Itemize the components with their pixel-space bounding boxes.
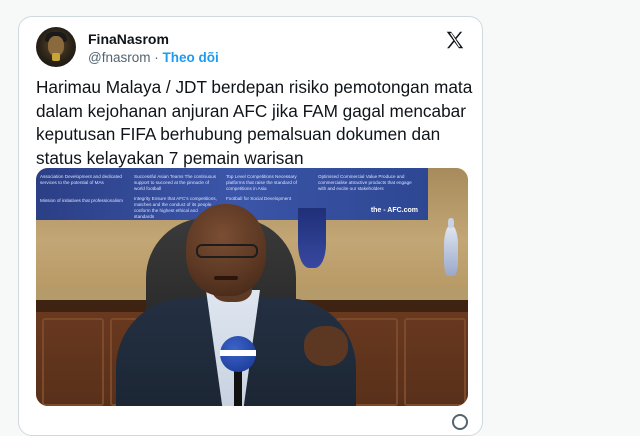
afc-site-label: the - AFC.com — [370, 207, 418, 214]
flag — [298, 208, 326, 268]
tweet-card: FinaNasrom @fnasrom · Theo dõi Harimau M… — [18, 16, 483, 436]
vase — [444, 218, 458, 276]
speaker-mouth — [214, 276, 238, 280]
banner-col-4: Optimised Commercial Value Produce and c… — [318, 174, 412, 191]
banner-col-3: Top Level Competitions Necessary platfor… — [226, 174, 297, 191]
tweet-text: Harimau Malaya / JDT berdepan risiko pem… — [36, 77, 473, 168]
banner-row2-3: Football for Social Development — [226, 196, 292, 201]
x-logo-icon[interactable] — [444, 29, 466, 51]
banner-col-2: Successful Asian Teams The continuous su… — [134, 174, 217, 191]
tweet-header: FinaNasrom @fnasrom · Theo dõi — [36, 27, 468, 71]
banner-row2-1: Mission of initiatives that professional… — [40, 198, 123, 203]
microphone-icon — [220, 336, 256, 372]
separator: · — [154, 50, 159, 65]
microphone-stand — [234, 368, 242, 406]
speaker-hand — [304, 326, 348, 366]
speaker-glasses — [196, 244, 258, 258]
banner-col-1: Association Development and dedicated se… — [40, 174, 122, 185]
author-name[interactable]: FinaNasrom — [88, 31, 169, 47]
author-handle-row: @fnasrom · Theo dõi — [88, 50, 219, 65]
info-icon[interactable] — [452, 414, 468, 430]
follow-button[interactable]: Theo dõi — [163, 50, 219, 65]
avatar[interactable] — [36, 27, 76, 67]
tweet-media[interactable]: Association Development and dedicated se… — [36, 168, 468, 406]
author-handle[interactable]: @fnasrom — [88, 50, 150, 65]
